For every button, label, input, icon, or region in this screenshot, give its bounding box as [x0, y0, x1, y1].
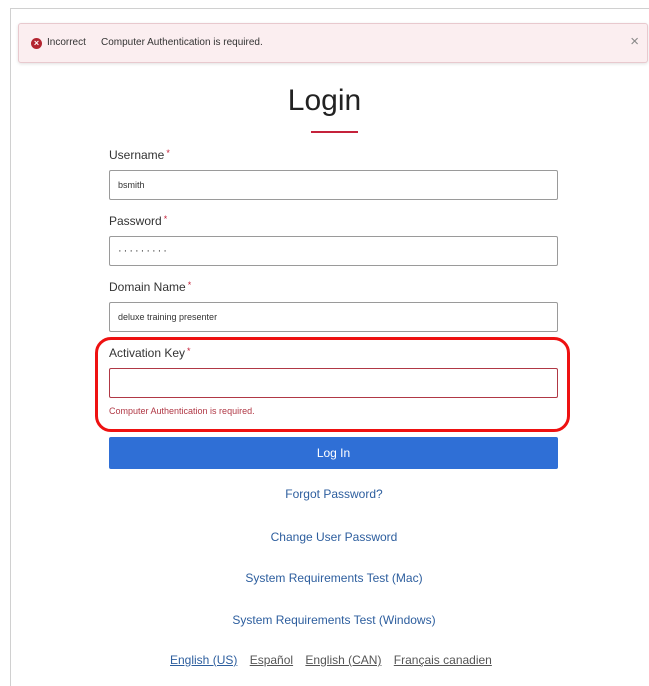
alert-title: Incorrect	[47, 37, 86, 48]
login-button[interactable]: Log In	[109, 437, 558, 469]
close-icon[interactable]: ×	[630, 32, 639, 52]
alert-message: Computer Authentication is required.	[101, 37, 263, 48]
error-alert: × Incorrect Computer Authentication is r…	[18, 23, 648, 63]
system-test-windows-link[interactable]: System Requirements Test (Windows)	[0, 613, 649, 627]
username-input[interactable]: bsmith	[109, 170, 558, 200]
password-input[interactable]: ·········	[109, 236, 558, 266]
activation-key-input[interactable]	[109, 368, 558, 398]
lang-francais-canadien[interactable]: Français canadien	[394, 653, 492, 667]
domain-label: Domain Name *	[109, 280, 192, 294]
forgot-password-link[interactable]: Forgot Password?	[0, 487, 649, 501]
page-title: Login	[287, 84, 362, 117]
title-underline	[311, 131, 358, 133]
username-label: Username *	[109, 148, 170, 162]
error-circle-icon: ×	[31, 38, 42, 49]
domain-input[interactable]: deluxe training presenter	[109, 302, 558, 332]
system-test-mac-link[interactable]: System Requirements Test (Mac)	[0, 571, 649, 585]
language-selector: English (US) Español English (CAN) Franç…	[170, 653, 501, 667]
lang-espanol[interactable]: Español	[250, 653, 293, 667]
lang-english-can[interactable]: English (CAN)	[305, 653, 381, 667]
activation-key-error: Computer Authentication is required.	[109, 406, 255, 416]
activation-key-label: Activation Key *	[109, 346, 191, 360]
required-marker: *	[187, 346, 191, 356]
password-label: Password *	[109, 214, 168, 228]
required-marker: *	[166, 148, 170, 158]
lang-english-us[interactable]: English (US)	[170, 653, 237, 667]
required-marker: *	[187, 280, 192, 290]
required-marker: *	[163, 214, 168, 224]
change-password-link[interactable]: Change User Password	[0, 530, 649, 544]
